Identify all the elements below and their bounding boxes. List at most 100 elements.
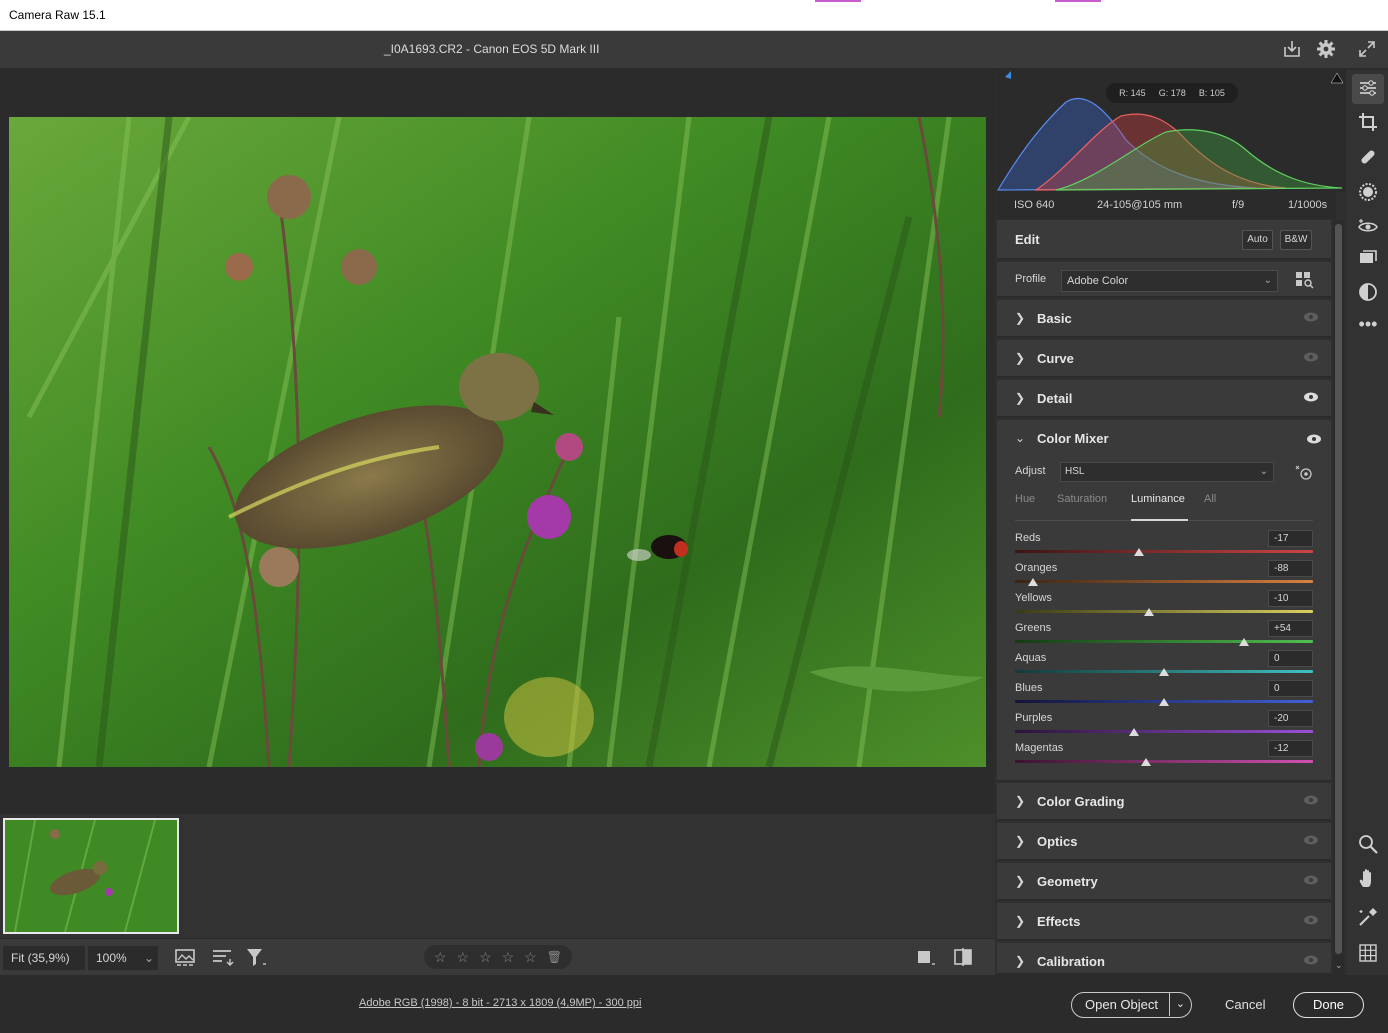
visibility-eye-icon[interactable]	[1306, 434, 1322, 444]
grid-overlay-icon[interactable]	[1356, 942, 1380, 966]
slider-value-input[interactable]: -12	[1268, 740, 1313, 757]
red-eye-icon[interactable]	[1356, 216, 1380, 240]
star-icon[interactable]: ☆	[524, 949, 537, 966]
section-effects[interactable]: ❯ Effects	[997, 903, 1331, 941]
scrollbar-thumb[interactable]	[1335, 224, 1342, 954]
trash-icon[interactable]: 🗑	[547, 950, 562, 964]
targeted-adjustment-icon[interactable]	[1294, 464, 1314, 482]
edit-sliders-icon[interactable]	[1356, 77, 1380, 101]
slider-track[interactable]	[1015, 760, 1313, 763]
slider-track[interactable]	[1015, 640, 1313, 643]
filter-icon[interactable]	[244, 947, 268, 969]
chevron-down-icon: ⌄	[1259, 466, 1268, 477]
filmstrip-thumbnail[interactable]	[3, 818, 179, 934]
tab-saturation[interactable]: Saturation	[1057, 493, 1107, 505]
more-icon[interactable]: •••	[1356, 312, 1380, 336]
main-photo[interactable]	[9, 117, 986, 767]
filmstrip-toggle-icon[interactable]	[174, 947, 198, 969]
section-basic[interactable]: ❯ Basic	[997, 300, 1331, 338]
profile-dropdown[interactable]: Adobe Color ⌄	[1061, 270, 1278, 292]
slider-thumb[interactable]	[1159, 698, 1169, 706]
section-title[interactable]: Color Mixer	[1037, 431, 1109, 446]
visibility-eye-icon[interactable]	[1303, 795, 1319, 805]
section-curve[interactable]: ❯ Curve	[997, 340, 1331, 378]
section-detail[interactable]: ❯ Detail	[997, 380, 1331, 418]
slider-thumb[interactable]	[1159, 668, 1169, 676]
tab-luminance[interactable]: Luminance	[1131, 493, 1185, 505]
section-calibration[interactable]: ❯ Calibration	[997, 943, 1331, 975]
visibility-eye-icon[interactable]	[1303, 955, 1319, 965]
slider-value-input[interactable]: 0	[1268, 650, 1313, 667]
star-icon[interactable]: ☆	[457, 949, 470, 966]
slider-thumb[interactable]	[1144, 608, 1155, 616]
slider-aquas[interactable]: Aquas 0	[1015, 650, 1313, 682]
visibility-eye-icon[interactable]	[1303, 352, 1319, 362]
chevron-down-icon[interactable]: ⌄	[1015, 431, 1025, 445]
zoom-fit-button[interactable]: Fit (35,9%)	[3, 946, 85, 970]
workflow-options-link[interactable]: Adobe RGB (1998) - 8 bit - 2713 x 1809 (…	[359, 997, 642, 1009]
zoom-icon[interactable]	[1356, 833, 1380, 857]
slider-label: Purples	[1015, 712, 1053, 724]
color-sampler-icon[interactable]	[1356, 906, 1380, 930]
slider-value-input[interactable]: +54	[1268, 620, 1313, 637]
star-icon[interactable]: ☆	[502, 949, 515, 966]
slider-track[interactable]	[1015, 550, 1313, 553]
profile-browser-icon[interactable]	[1295, 271, 1315, 289]
healing-brush-icon[interactable]	[1356, 146, 1380, 170]
slider-purples[interactable]: Purples -20	[1015, 710, 1313, 742]
done-button[interactable]: Done	[1293, 992, 1364, 1018]
bw-button[interactable]: B&W	[1280, 230, 1312, 250]
hand-icon[interactable]	[1356, 867, 1380, 891]
slider-reds[interactable]: Reds -17	[1015, 530, 1313, 562]
presets-icon[interactable]	[1356, 247, 1380, 271]
cancel-button[interactable]: Cancel	[1225, 997, 1265, 1012]
star-rating[interactable]: ☆ ☆ ☆ ☆ ☆ 🗑	[424, 945, 572, 969]
snapshots-icon[interactable]	[1356, 281, 1380, 305]
section-color-grading[interactable]: ❯ Color Grading	[997, 783, 1331, 821]
fullscreen-icon[interactable]	[1356, 39, 1378, 61]
slider-value-input[interactable]: -88	[1268, 560, 1313, 577]
slider-thumb[interactable]	[1027, 578, 1038, 586]
gear-icon[interactable]	[1315, 39, 1337, 61]
slider-value-input[interactable]: 0	[1268, 680, 1313, 697]
slider-greens[interactable]: Greens +54	[1015, 620, 1313, 652]
section-optics[interactable]: ❯ Optics	[997, 823, 1331, 861]
slider-track[interactable]	[1015, 610, 1313, 613]
before-after-icon[interactable]	[952, 947, 976, 969]
open-object-button[interactable]: Open Object ⌄	[1071, 992, 1192, 1018]
slider-magentas[interactable]: Magentas -12	[1015, 740, 1313, 772]
crop-icon[interactable]	[1356, 111, 1380, 135]
slider-track[interactable]	[1015, 730, 1313, 733]
visibility-eye-icon[interactable]	[1303, 915, 1319, 925]
slider-value-input[interactable]: -20	[1268, 710, 1313, 727]
star-icon[interactable]: ☆	[479, 949, 492, 966]
save-icon[interactable]	[1281, 39, 1303, 61]
slider-oranges[interactable]: Oranges -88	[1015, 560, 1313, 592]
slider-thumb[interactable]	[1133, 548, 1144, 556]
zoom-level-dropdown[interactable]: 100% ⌄	[88, 946, 158, 970]
adjust-dropdown[interactable]: HSL ⌄	[1060, 462, 1274, 482]
slider-thumb[interactable]	[1239, 638, 1250, 646]
slider-yellows[interactable]: Yellows -10	[1015, 590, 1313, 622]
slider-value-input[interactable]: -10	[1268, 590, 1313, 607]
scroll-down-icon[interactable]: ⌄	[1335, 960, 1343, 971]
section-title: Effects	[1037, 914, 1081, 929]
slider-value-input[interactable]: -17	[1268, 530, 1313, 547]
chevron-down-icon[interactable]: ⌄	[1176, 993, 1185, 1016]
slider-thumb[interactable]	[1141, 758, 1152, 766]
tab-hue[interactable]: Hue	[1015, 493, 1035, 505]
slider-blues[interactable]: Blues 0	[1015, 680, 1313, 712]
slider-track[interactable]	[1015, 580, 1313, 583]
slider-thumb[interactable]	[1129, 728, 1140, 736]
view-mode-icon[interactable]	[914, 947, 938, 969]
visibility-eye-icon[interactable]	[1303, 875, 1319, 885]
section-geometry[interactable]: ❯ Geometry	[997, 863, 1331, 901]
tab-all[interactable]: All	[1204, 493, 1216, 505]
visibility-eye-icon[interactable]	[1303, 312, 1319, 322]
visibility-eye-icon[interactable]	[1303, 835, 1319, 845]
sort-icon[interactable]	[210, 947, 234, 969]
star-icon[interactable]: ☆	[434, 949, 447, 966]
auto-button[interactable]: Auto	[1242, 230, 1273, 250]
visibility-eye-icon[interactable]	[1303, 392, 1319, 402]
masking-icon[interactable]	[1356, 181, 1380, 205]
